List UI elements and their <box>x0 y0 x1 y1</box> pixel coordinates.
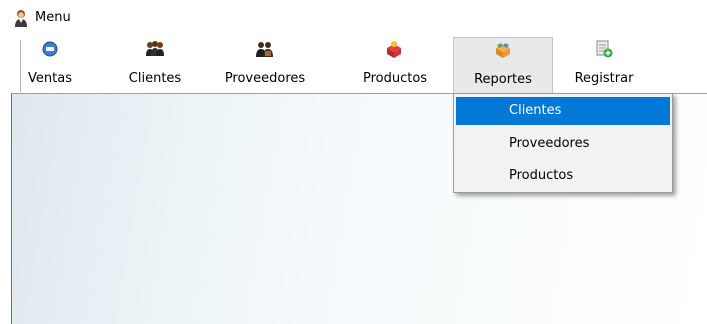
reportes-dropdown: Clientes Proveedores Productos <box>453 93 673 193</box>
clientes-label: Clientes <box>128 71 182 86</box>
sales-icon <box>42 41 58 57</box>
toolbar: Ventas Clientes Proveedores Productos Re… <box>0 37 707 93</box>
user-icon <box>15 10 27 27</box>
reportes-button[interactable]: Reportes <box>453 37 553 93</box>
menu-item-clientes[interactable]: Clientes <box>456 97 670 125</box>
clients-icon <box>146 41 164 56</box>
menu-item-label: Clientes <box>509 103 562 118</box>
reports-icon <box>496 43 510 58</box>
menu-item-productos[interactable]: Productos <box>456 162 670 190</box>
ventas-label: Ventas <box>28 71 72 86</box>
toolbar-grip <box>20 40 21 92</box>
menu-item-label: Proveedores <box>509 136 590 151</box>
window-title: Menu <box>35 10 71 25</box>
ventas-button[interactable]: Ventas <box>24 37 76 93</box>
productos-button[interactable]: Productos <box>347 37 443 93</box>
products-icon <box>387 41 401 58</box>
clientes-button[interactable]: Clientes <box>115 37 195 93</box>
proveedores-button[interactable]: Proveedores <box>213 37 317 93</box>
registrar-button[interactable]: Registrar <box>562 37 646 93</box>
proveedores-label: Proveedores <box>224 71 306 86</box>
productos-label: Productos <box>362 71 428 86</box>
reportes-label: Reportes <box>474 72 532 87</box>
menu-item-label: Productos <box>509 168 574 183</box>
register-icon <box>596 40 613 58</box>
registrar-label: Registrar <box>574 71 634 86</box>
menu-item-proveedores[interactable]: Proveedores <box>456 130 670 158</box>
suppliers-icon <box>256 42 273 57</box>
title-bar: Menu <box>0 0 707 36</box>
